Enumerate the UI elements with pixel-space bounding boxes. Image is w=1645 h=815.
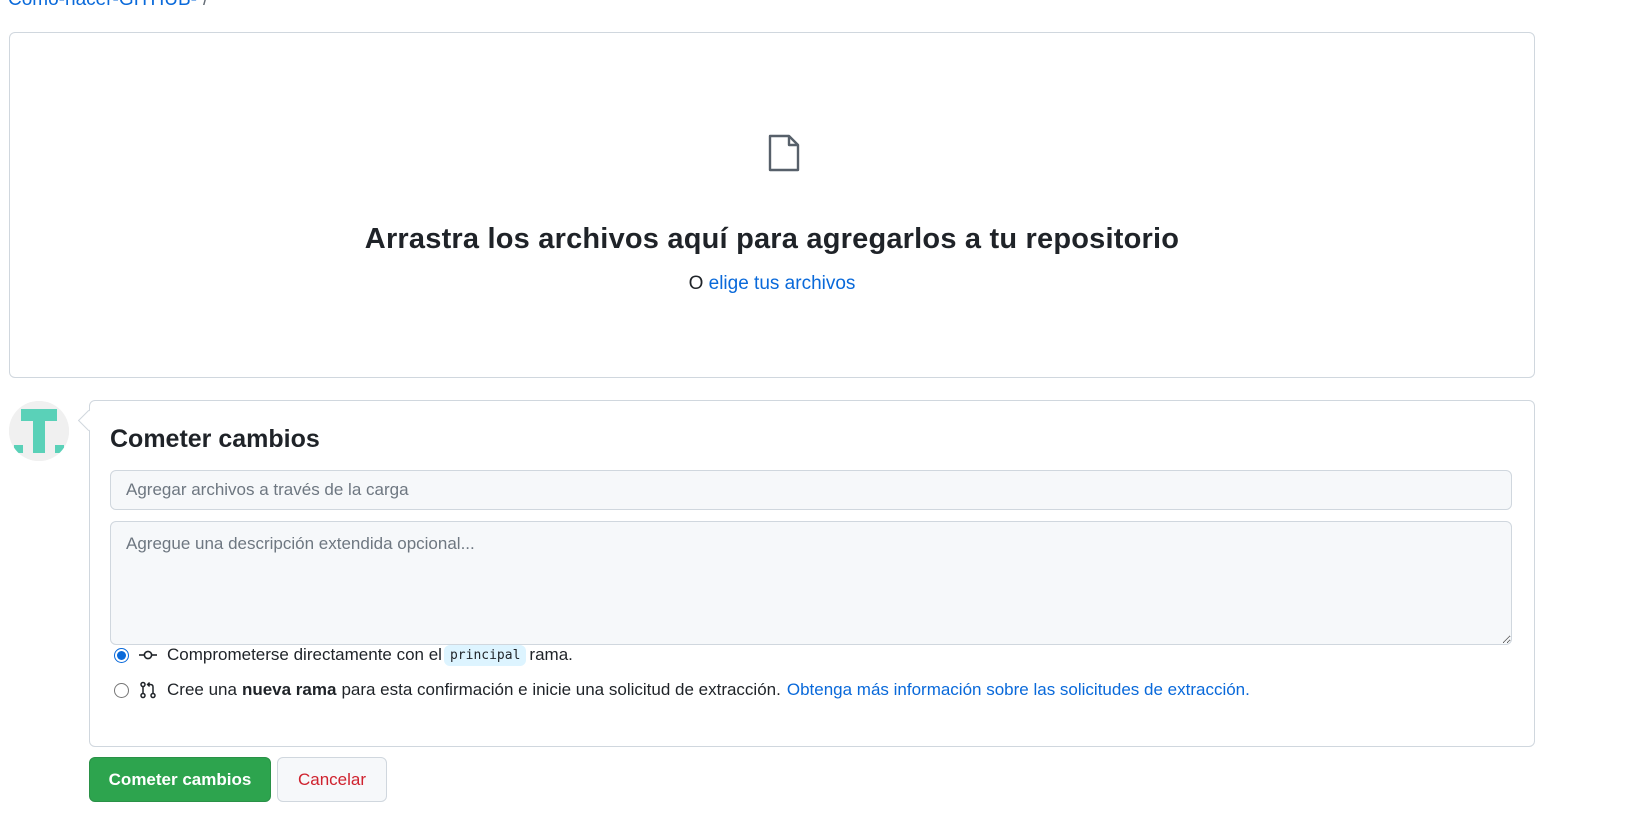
new-branch-bold: nueva rama [241, 680, 337, 699]
new-branch-text: Cree una [167, 680, 237, 699]
git-pull-request-icon [140, 681, 156, 699]
commit-form-title: Cometer cambios [110, 425, 320, 453]
choose-files-link[interactable]: elige tus archivos [709, 273, 856, 294]
commit-direct-radio[interactable] [114, 647, 129, 663]
drop-zone-subtitle: O elige tus archivos [10, 273, 1534, 295]
file-icon [768, 134, 800, 172]
breadcrumb-separator: / [203, 0, 208, 10]
git-commit-icon [139, 650, 157, 660]
file-drop-zone[interactable]: Arrastra los archivos aquí para agregarl… [9, 32, 1535, 378]
commit-changes-button[interactable]: Cometer cambios [89, 757, 271, 802]
new-branch-suffix: para esta confirmación e inicie una soli… [341, 680, 781, 699]
commit-form: Cometer cambios Comprometerse directamen… [89, 400, 1535, 747]
branch-name-badge: principal [443, 644, 527, 666]
commit-direct-text: Comprometerse directamente con el [167, 645, 442, 664]
breadcrumb: Como-hacer-GITHUB- / [8, 0, 208, 12]
avatar[interactable] [9, 401, 69, 461]
identicon [9, 401, 69, 461]
drop-zone-prefix: O [688, 273, 704, 294]
commit-direct-option[interactable]: Comprometerse directamente con el princi… [114, 643, 573, 667]
drop-zone-title: Arrastra los archivos aquí para agregarl… [364, 223, 1180, 255]
commit-description-textarea[interactable] [110, 521, 1512, 645]
cancel-button[interactable]: Cancelar [277, 757, 387, 802]
new-branch-option[interactable]: Cree una nueva rama para esta confirmaci… [114, 678, 1250, 702]
commit-summary-input[interactable] [110, 470, 1512, 510]
breadcrumb-repo-link[interactable]: Como-hacer-GITHUB- [8, 0, 197, 10]
new-branch-radio[interactable] [114, 682, 129, 698]
pull-request-info-link[interactable]: Obtenga más información sobre las solici… [787, 680, 1250, 700]
commit-direct-suffix: rama. [529, 645, 573, 664]
